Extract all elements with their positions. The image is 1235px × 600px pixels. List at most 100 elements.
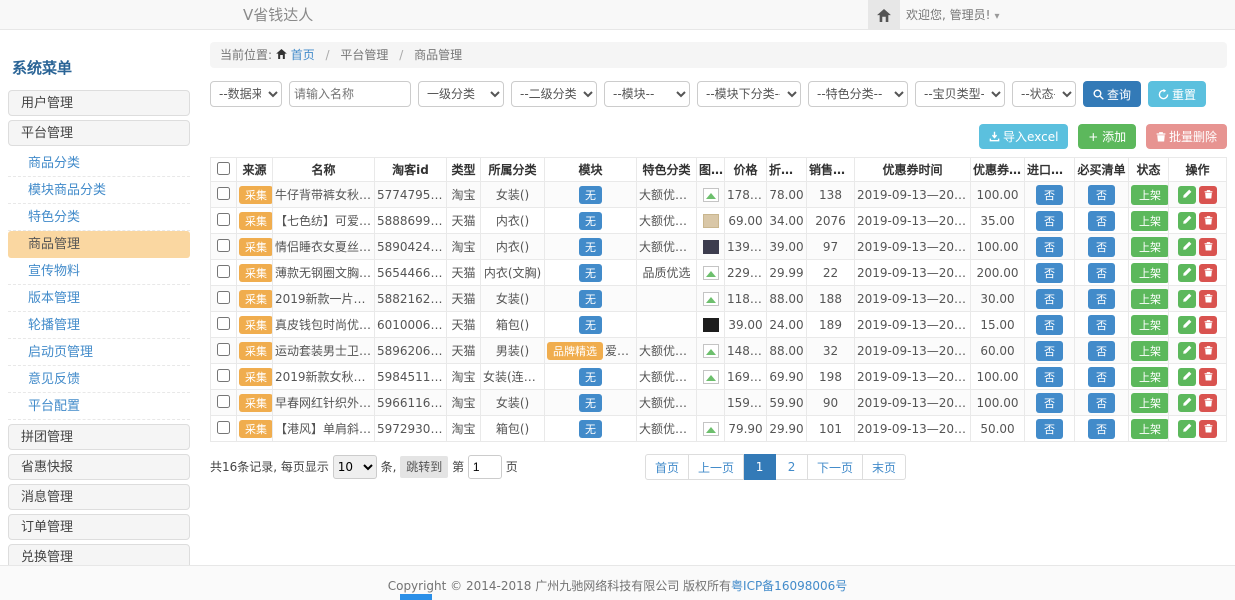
edit-button[interactable] <box>1178 212 1196 230</box>
sidebar-section-users[interactable]: 用户管理 <box>8 90 190 116</box>
sidebar-item[interactable]: 轮播管理 <box>8 312 190 339</box>
delete-button[interactable] <box>1199 212 1217 230</box>
status-button[interactable]: 上架 <box>1131 419 1169 439</box>
sidebar-item[interactable]: 宣传物料 <box>8 258 190 285</box>
sidebar-section[interactable]: 订单管理 <box>8 514 190 540</box>
module-select[interactable]: --模块-- <box>604 81 690 107</box>
pager-last[interactable]: 末页 <box>863 454 906 480</box>
edit-button[interactable] <box>1178 394 1196 412</box>
status-button[interactable]: 上架 <box>1131 341 1169 361</box>
status-button[interactable]: 上架 <box>1131 315 1169 335</box>
icp-link[interactable]: 粤ICP备16098006号 <box>731 579 847 593</box>
sidebar-item[interactable]: 平台配置 <box>8 393 190 420</box>
status-select[interactable]: --状态-- <box>1012 81 1076 107</box>
edit-button[interactable] <box>1178 420 1196 438</box>
page-number-input[interactable] <box>468 455 502 479</box>
import-select-toggle[interactable]: 否 <box>1036 185 1063 205</box>
home-button[interactable] <box>868 0 900 29</box>
delete-button[interactable] <box>1199 316 1217 334</box>
pager-page-1[interactable]: 1 <box>744 454 776 480</box>
search-button[interactable]: 查询 <box>1083 81 1141 107</box>
per-page-select[interactable]: 10 <box>333 455 377 479</box>
must-buy-toggle[interactable]: 否 <box>1088 315 1115 335</box>
import-excel-button[interactable]: 导入excel <box>979 124 1068 149</box>
edit-button[interactable] <box>1178 316 1196 334</box>
jump-button[interactable]: 跳转到 <box>400 456 448 478</box>
data-source-select[interactable]: --数据来源-- <box>210 81 282 107</box>
must-buy-toggle[interactable]: 否 <box>1088 263 1115 283</box>
delete-button[interactable] <box>1199 290 1217 308</box>
name-search-input[interactable] <box>289 81 411 107</box>
row-checkbox[interactable] <box>217 395 230 408</box>
edit-button[interactable] <box>1178 368 1196 386</box>
sidebar-section[interactable]: 消息管理 <box>8 484 190 510</box>
status-button[interactable]: 上架 <box>1131 289 1169 309</box>
status-button[interactable]: 上架 <box>1131 211 1169 231</box>
edit-button[interactable] <box>1178 290 1196 308</box>
row-checkbox[interactable] <box>217 421 230 434</box>
sidebar-item[interactable]: 商品分类 <box>8 150 190 177</box>
delete-button[interactable] <box>1199 186 1217 204</box>
delete-button[interactable] <box>1199 342 1217 360</box>
import-select-toggle[interactable]: 否 <box>1036 393 1063 413</box>
import-select-toggle[interactable]: 否 <box>1036 289 1063 309</box>
row-checkbox[interactable] <box>217 343 230 356</box>
must-buy-toggle[interactable]: 否 <box>1088 211 1115 231</box>
sidebar-item[interactable]: 商品管理 <box>8 231 190 258</box>
import-select-toggle[interactable]: 否 <box>1036 419 1063 439</box>
module-sub-select[interactable]: --模块下分类-- <box>697 81 801 107</box>
delete-button[interactable] <box>1199 394 1217 412</box>
status-button[interactable]: 上架 <box>1131 393 1169 413</box>
edit-button[interactable] <box>1178 264 1196 282</box>
breadcrumb-home-link[interactable]: 首页 <box>276 48 315 62</box>
sidebar-section-platform[interactable]: 平台管理 <box>8 120 190 146</box>
row-checkbox[interactable] <box>217 317 230 330</box>
row-checkbox[interactable] <box>217 369 230 382</box>
must-buy-toggle[interactable]: 否 <box>1088 289 1115 309</box>
must-buy-toggle[interactable]: 否 <box>1088 419 1115 439</box>
add-button[interactable]: + 添加 <box>1078 124 1136 149</box>
delete-button[interactable] <box>1199 238 1217 256</box>
edit-button[interactable] <box>1178 342 1196 360</box>
delete-button[interactable] <box>1199 420 1217 438</box>
select-all-checkbox[interactable] <box>217 162 230 175</box>
row-checkbox[interactable] <box>217 291 230 304</box>
sidebar-section[interactable]: 省惠快报 <box>8 454 190 480</box>
delete-button[interactable] <box>1199 264 1217 282</box>
import-select-toggle[interactable]: 否 <box>1036 211 1063 231</box>
user-menu[interactable]: 欢迎您, 管理员!▾ <box>906 0 999 32</box>
level1-category-select[interactable]: 一级分类 <box>418 81 504 107</box>
item-type-select[interactable]: --宝贝类型-- <box>915 81 1005 107</box>
import-select-toggle[interactable]: 否 <box>1036 341 1063 361</box>
must-buy-toggle[interactable]: 否 <box>1088 185 1115 205</box>
must-buy-toggle[interactable]: 否 <box>1088 367 1115 387</box>
row-checkbox[interactable] <box>217 265 230 278</box>
sidebar-item[interactable]: 启动页管理 <box>8 339 190 366</box>
edit-button[interactable] <box>1178 186 1196 204</box>
status-button[interactable]: 上架 <box>1131 367 1169 387</box>
import-select-toggle[interactable]: 否 <box>1036 367 1063 387</box>
pager-next[interactable]: 下一页 <box>808 454 863 480</box>
pager-prev[interactable]: 上一页 <box>689 454 744 480</box>
sidebar-item[interactable]: 版本管理 <box>8 285 190 312</box>
status-button[interactable]: 上架 <box>1131 185 1169 205</box>
sidebar-item[interactable]: 特色分类 <box>8 204 190 231</box>
must-buy-toggle[interactable]: 否 <box>1088 237 1115 257</box>
row-checkbox[interactable] <box>217 239 230 252</box>
batch-delete-button[interactable]: 批量删除 <box>1146 124 1227 149</box>
level2-category-select[interactable]: --二级分类-- <box>511 81 597 107</box>
import-select-toggle[interactable]: 否 <box>1036 237 1063 257</box>
status-button[interactable]: 上架 <box>1131 263 1169 283</box>
sidebar-section[interactable]: 兑换管理 <box>8 544 190 565</box>
row-checkbox[interactable] <box>217 213 230 226</box>
sidebar-section[interactable]: 拼团管理 <box>8 424 190 450</box>
must-buy-toggle[interactable]: 否 <box>1088 393 1115 413</box>
sidebar-item[interactable]: 意见反馈 <box>8 366 190 393</box>
row-checkbox[interactable] <box>217 187 230 200</box>
import-select-toggle[interactable]: 否 <box>1036 315 1063 335</box>
pager-page-2[interactable]: 2 <box>776 454 808 480</box>
edit-button[interactable] <box>1178 238 1196 256</box>
must-buy-toggle[interactable]: 否 <box>1088 341 1115 361</box>
reset-button[interactable]: 重置 <box>1148 81 1206 107</box>
import-select-toggle[interactable]: 否 <box>1036 263 1063 283</box>
